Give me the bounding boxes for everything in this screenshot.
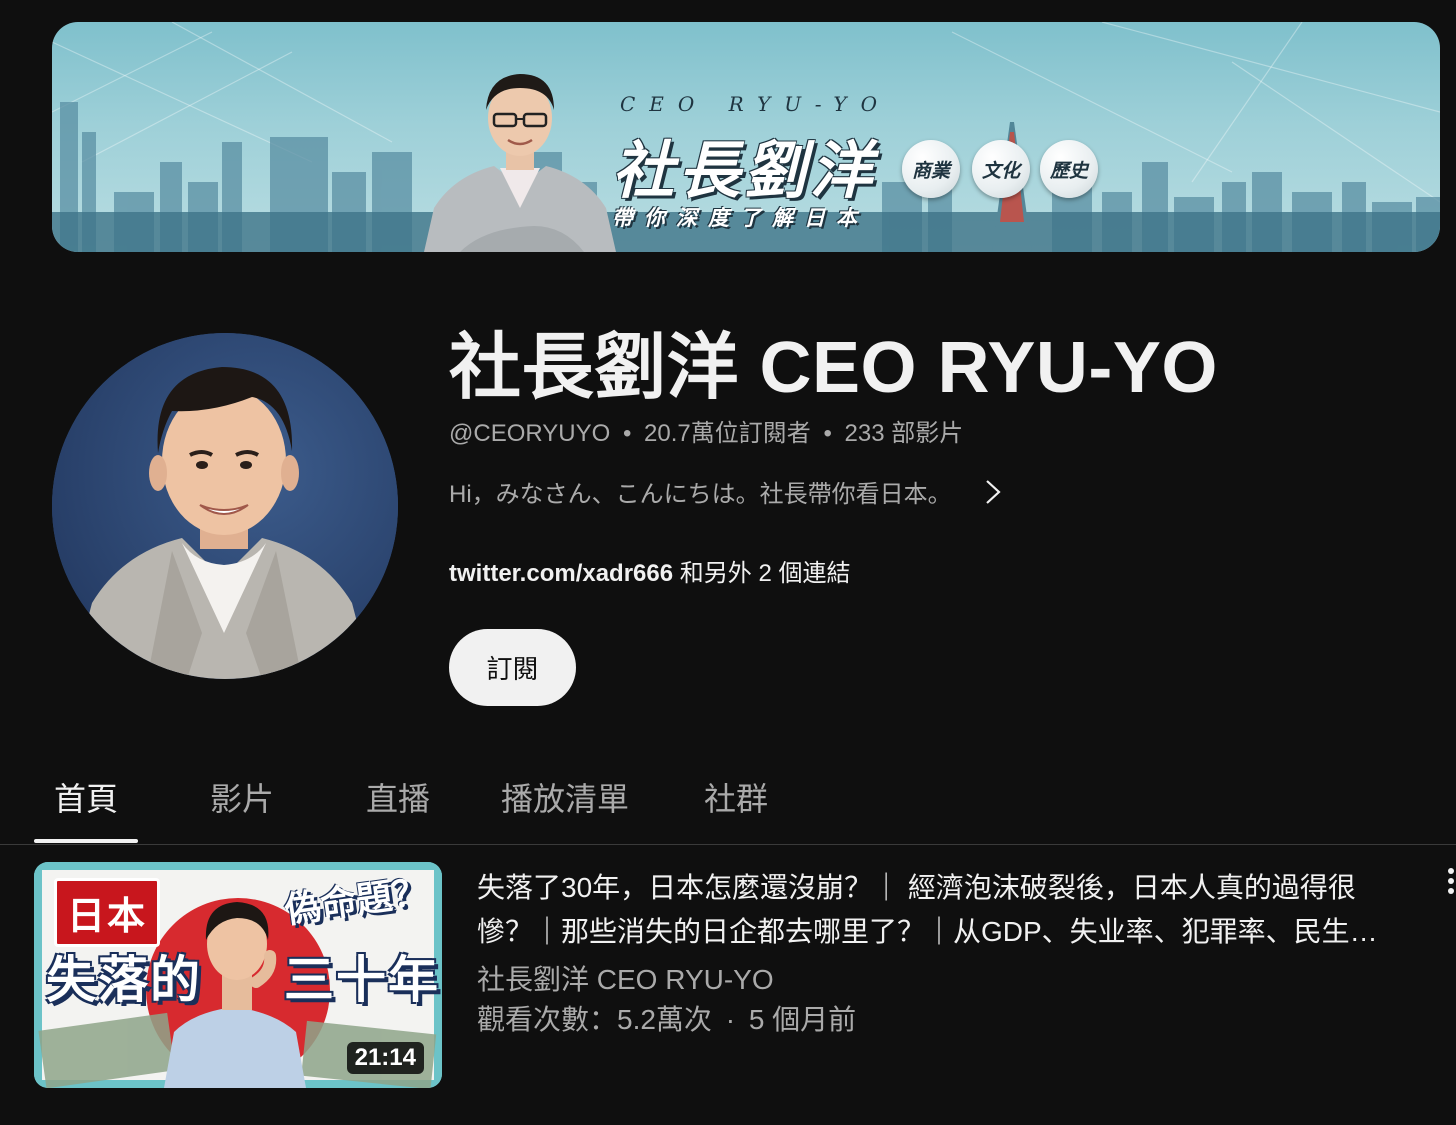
subscriber-count: 20.7萬位訂閱者 <box>644 420 811 447</box>
featured-video-stats: 觀看次數：5.2萬次 · 5 個月前 <box>477 998 856 1038</box>
tab-home[interactable]: 首頁 <box>54 774 118 820</box>
featured-video-channel[interactable]: 社長劉洋 CEO RYU-YO <box>477 958 774 998</box>
chevron-right-icon[interactable] <box>982 478 1004 506</box>
tab-community[interactable]: 社群 <box>704 774 768 820</box>
banner-badge-business: 商業 <box>902 140 960 198</box>
channel-avatar[interactable] <box>52 333 398 679</box>
thumbnail-text-right: 三十年 <box>284 952 440 1008</box>
channel-links[interactable]: twitter.com/xadr666 和另外 2 個連結 <box>449 553 850 588</box>
channel-page: CEO RYU-YO 社長劉洋 帶你深度了解日本 商業 文化 歷史 社長劉洋 C… <box>0 0 1456 1125</box>
meta-separator: • <box>823 420 832 447</box>
thumbnail-tag: 日本 <box>54 878 161 947</box>
channel-description[interactable]: Hi，みなさん、こんにちは。社長帶你看日本。 <box>449 474 1004 509</box>
tab-videos[interactable]: 影片 <box>210 774 274 820</box>
tab-live[interactable]: 直播 <box>366 774 430 820</box>
channel-handle: @CEORYUYO <box>449 420 611 447</box>
banner-subtitle: 帶你深度了解日本 <box>612 207 868 230</box>
featured-video-title[interactable]: 失落了30年，日本怎麼還沒崩？｜ 經濟泡沫破裂後，日本人真的過得很慘？｜那些消失… <box>477 866 1397 954</box>
thumbnail-text-left: 失落的 <box>46 952 202 1008</box>
meta-separator: • <box>622 420 632 447</box>
description-text: Hi，みなさん、こんにちは。社長帶你看日本。 <box>449 481 952 508</box>
tab-playlists[interactable]: 播放清單 <box>501 774 629 820</box>
more-vert-icon[interactable] <box>1446 866 1456 896</box>
video-duration-badge: 21:14 <box>346 1042 424 1074</box>
video-count: 233 部影片 <box>844 420 964 447</box>
channel-banner: CEO RYU-YO 社長劉洋 帶你深度了解日本 商業 文化 歷史 <box>52 22 1440 252</box>
channel-meta: @CEORYUYO • 20.7萬位訂閱者 • 233 部影片 <box>449 413 963 448</box>
banner-title: 社長劉洋 <box>612 134 877 207</box>
twitter-link[interactable]: twitter.com/xadr666 <box>449 560 673 587</box>
active-tab-indicator <box>34 839 138 843</box>
banner-badge-culture: 文化 <box>972 140 1030 198</box>
channel-title: 社長劉洋 CEO RYU-YO <box>449 328 1218 408</box>
stats-separator: · <box>725 1004 736 1035</box>
upload-age: 5 個月前 <box>748 1004 857 1035</box>
channel-tabs: 首頁 影片 直播 播放清單 社群 <box>0 760 1456 845</box>
subscribe-button[interactable]: 訂閱 <box>449 629 576 706</box>
featured-video-thumbnail[interactable]: 日本 偽命題？ 失落的 三十年 21:14 <box>34 862 442 1088</box>
more-links-text[interactable]: 和另外 2 個連結 <box>680 560 851 587</box>
avatar-photo <box>52 333 398 679</box>
banner-host-photo <box>424 74 616 252</box>
banner-badge-history: 歷史 <box>1040 140 1098 198</box>
view-count: 觀看次數：5.2萬次 <box>477 1004 712 1035</box>
banner-ceo-text: CEO RYU-YO <box>620 92 891 116</box>
